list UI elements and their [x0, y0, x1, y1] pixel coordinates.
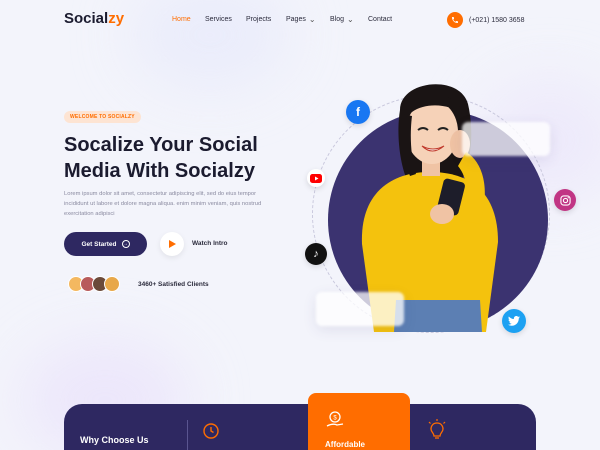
youtube-icon[interactable] [307, 169, 325, 187]
client-avatars [68, 276, 120, 292]
why-choose-us-title: Why Choose Us [80, 435, 149, 445]
floating-card-blurred [462, 122, 550, 156]
logo[interactable]: Socialzy [64, 10, 124, 27]
avatar [104, 276, 120, 292]
header-phone[interactable]: (+021) 1580 3658 [447, 12, 524, 28]
lightbulb-icon [428, 419, 446, 439]
get-started-button[interactable]: Get Started → [64, 232, 147, 256]
arrow-right-icon: → [121, 240, 130, 248]
floating-card-blurred [316, 292, 404, 326]
get-started-label: Get Started [81, 240, 117, 248]
nav-item-blog[interactable]: Blog ⌄ [330, 15, 368, 24]
nav-item-pages[interactable]: Pages ⌄ [286, 15, 330, 24]
bg-blob [130, 0, 290, 90]
satisfied-clients: 3460+ Satisfied Clients [138, 281, 209, 288]
svg-text:$: $ [333, 416, 337, 422]
phone-number: (+021) 1580 3658 [469, 16, 525, 24]
clock-icon [203, 423, 219, 439]
chevron-down-icon: ⌄ [347, 15, 354, 24]
play-icon [169, 240, 176, 248]
main-nav: Home Services Projects Pages ⌄ Blog ⌄ Cont… [172, 15, 392, 24]
play-button[interactable] [160, 232, 184, 256]
tiktok-icon[interactable]: ♪ [305, 243, 327, 265]
facebook-icon[interactable]: f [346, 100, 370, 124]
phone-icon [447, 12, 463, 28]
nav-item-contact[interactable]: Contact [368, 15, 392, 24]
hero-description: Lorem ipsum dolor sit amet, consectetur … [64, 191, 262, 217]
divider [187, 420, 188, 450]
twitter-icon[interactable] [502, 309, 526, 333]
nav-item-services[interactable]: Services [205, 15, 246, 24]
watch-intro-link[interactable]: Watch Intro [192, 240, 228, 247]
welcome-badge: WELCOME TO SOCIALZY [64, 111, 141, 123]
instagram-icon[interactable] [554, 189, 576, 211]
nav-item-home[interactable]: Home [172, 15, 205, 24]
nav-item-projects[interactable]: Projects [246, 15, 286, 24]
affordable-label: Affordable [325, 440, 365, 449]
hero-title: Socalize Your Social Media With Socialzy [64, 134, 258, 182]
chevron-down-icon: ⌄ [308, 15, 316, 24]
coin-hand-icon: $ [326, 411, 344, 427]
